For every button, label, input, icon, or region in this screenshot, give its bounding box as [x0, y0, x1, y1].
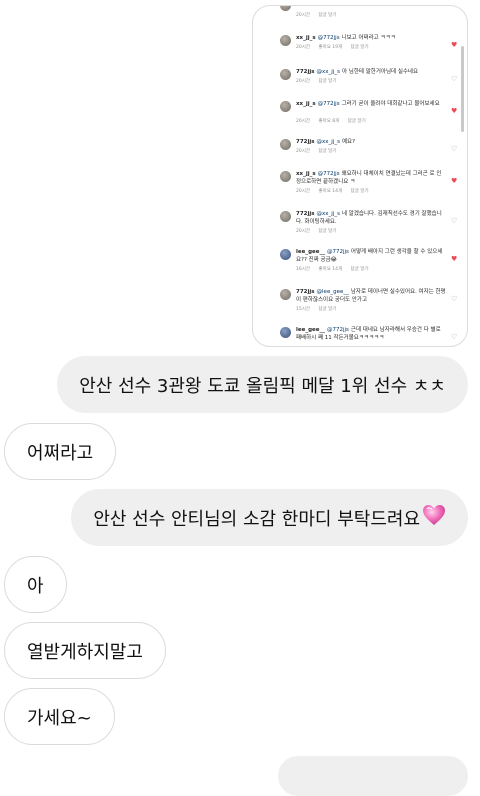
comment-mention[interactable]: @772jjs	[318, 35, 340, 41]
comment-likes[interactable]: 좋아요 14개	[318, 267, 342, 272]
comment-username[interactable]: lee_gee__	[296, 249, 325, 255]
comment-time: 16시간	[296, 267, 311, 272]
heart-icon[interactable]: ♥	[451, 108, 457, 115]
reply-link[interactable]: 답글 달기	[351, 45, 369, 50]
comment-username[interactable]: lee_gee__	[296, 327, 325, 333]
comment-username[interactable]: 772jjs	[296, 289, 315, 295]
message-text: 어쩌라고	[27, 442, 94, 464]
comment-username[interactable]: 772jjs	[296, 139, 315, 145]
comment-username[interactable]: 772jjs	[296, 69, 315, 75]
comment-body: 니보고 어쩌라고 ㅋㅋㅋ	[341, 35, 396, 41]
reply-link[interactable]: 답글 달기	[318, 79, 336, 84]
comment-meta: 15시간 답글 달기	[296, 306, 343, 312]
comment-text: 772jjs @xx_jj_s 예요?	[296, 138, 446, 146]
avatar	[280, 171, 291, 182]
message-text: 안산 선수 안티님의 소감 한마디 부탁드려요	[93, 508, 420, 530]
heart-icon[interactable]: ♥	[451, 178, 457, 185]
comment-mention[interactable]: @772jjs	[318, 171, 340, 177]
comment-text: 772jjs @xx_jj_s 아 님한테 말한거아님데 실수네요	[296, 68, 446, 76]
comment-time: 20시간	[296, 149, 311, 154]
screenshot-scrollbar	[461, 46, 464, 132]
comment-time: 20시간	[296, 13, 311, 18]
comment-username[interactable]: xx_jj_s	[296, 171, 316, 177]
reply-link[interactable]: 답글 달기	[318, 13, 336, 18]
comment-time: 20시간	[296, 229, 311, 234]
comment-time: 20시간	[296, 79, 311, 84]
heart-outline-icon[interactable]: ♡	[451, 334, 457, 341]
comment-meta: 20시간 좋아요 14개 답글 달기	[296, 188, 376, 194]
comment-username[interactable]: xx_jj_s	[296, 101, 316, 107]
comment-text: xx_jj_s @772jjs 니보고 어쩌라고 ㅋㅋㅋ	[296, 34, 446, 42]
reply-link[interactable]: 답글 달기	[351, 189, 369, 194]
comment-time: 20시간	[296, 45, 311, 50]
avatar	[280, 6, 291, 11]
comment-text: 772jjs @lee_gee__ 남자로 데이너면 실수있어요. 여자는 한명이 …	[296, 288, 446, 304]
comment-meta: 20시간 답글 달기	[296, 228, 343, 234]
comment-likes[interactable]: 좋아요 19개	[318, 45, 342, 50]
heart-icon[interactable]: ♥	[451, 256, 457, 263]
message-received[interactable]: 열받게하지말고	[4, 622, 166, 679]
reply-link[interactable]: 답글 달기	[318, 307, 336, 312]
avatar	[280, 101, 291, 112]
comment-username[interactable]: 772jjs	[296, 211, 315, 217]
comment-meta: 20시간 답글 달기	[296, 12, 343, 18]
comment-likes[interactable]: 좋아요 14개	[318, 189, 342, 194]
comment-time: 20시간	[296, 189, 311, 194]
comment-text: xx_jj_s @772jjs 그러기 굳이 올려야 대회같나고 물어보세요	[296, 100, 446, 108]
message-sent[interactable]: 안산 선수 3관왕 도쿄 올림픽 메달 1위 선수 ㅊㅊ	[57, 356, 468, 413]
heart-outline-icon[interactable]: ♡	[451, 296, 457, 303]
avatar	[280, 35, 291, 46]
comment-meta: 20시간 좋아요 8개 답글 달기	[296, 118, 373, 124]
comment-time: 15시간	[296, 307, 311, 312]
heart-outline-icon[interactable]: ♡	[451, 146, 457, 153]
avatar	[280, 327, 291, 338]
comment-body: 그러기 굳이 올려야 대회같나고 물어보세요	[341, 101, 440, 107]
message-text: 안산 선수 3관왕 도쿄 올림픽 메달 1위 선수 ㅊㅊ	[79, 375, 446, 397]
reply-link[interactable]: 답글 달기	[318, 229, 336, 234]
avatar	[280, 249, 291, 260]
reply-link[interactable]: 답글 달기	[351, 267, 369, 272]
reply-link[interactable]: 답글 달기	[318, 149, 336, 154]
avatar	[280, 139, 291, 150]
pink-heart-icon	[422, 504, 446, 531]
message-received[interactable]: 어쩌라고	[4, 423, 117, 480]
comment-time: 20시간	[296, 119, 311, 124]
avatar	[280, 289, 291, 300]
comment-meta: 20시간 답글 달기	[296, 148, 343, 154]
comment-text: lee_gee__ @772jjs 근데 대네요 남자라해서 우승건 다 별로 패배…	[296, 326, 446, 342]
avatar	[280, 69, 291, 80]
message-text: 가세요~	[27, 707, 92, 729]
comment-text: 772jjs @xx_jj_s 네 알겠습니다. 김재칙선수도 경기 잘했습니다. …	[296, 210, 446, 226]
avatar	[280, 211, 291, 222]
comment-mention[interactable]: @xx_jj_s	[317, 139, 340, 145]
heart-icon[interactable]: ♥	[451, 42, 457, 49]
comment-mention[interactable]: @772jjs	[327, 327, 349, 333]
comment-mention[interactable]: @772jjs	[318, 101, 340, 107]
message-received[interactable]: 가세요~	[4, 688, 115, 745]
comment-meta: 20시간 답글 달기	[296, 78, 343, 84]
shared-screenshot[interactable]: 20시간 답글 달기 xx_jj_s @772jjs 니보고 어쩌라고 ㅋㅋㅋ 20…	[252, 5, 468, 347]
heart-outline-icon[interactable]: ♡	[451, 76, 457, 83]
comment-body: 아 님한테 말한거아님데 실수네요	[341, 69, 419, 75]
message-text: 아	[27, 575, 44, 597]
comment-text: xx_jj_s @772jjs 왜요하니 대체이치 연결났는데 그러곤 로 인정으로…	[296, 170, 446, 186]
comment-mention[interactable]: @lee_gee__	[317, 289, 349, 295]
comment-likes[interactable]: 좋아요 8개	[318, 119, 339, 124]
message-sent-partial[interactable]	[278, 756, 468, 796]
message-text: 열받게하지말고	[27, 641, 143, 663]
comment-mention[interactable]: @xx_jj_s	[317, 211, 340, 217]
message-received[interactable]: 아	[4, 556, 67, 613]
message-sent[interactable]: 안산 선수 안티님의 소감 한마디 부탁드려요	[71, 489, 468, 546]
heart-outline-icon[interactable]: ♡	[451, 218, 457, 225]
comment-meta: 16시간 좋아요 14개 답글 달기	[296, 266, 376, 272]
comment-body: 예요?	[341, 139, 356, 145]
comment-text: lee_gee__ @772jjs 어떻게 배아지 그런 생각을 할 수 있으세요?…	[296, 248, 446, 264]
comment-username[interactable]: xx_jj_s	[296, 35, 316, 41]
comment-mention[interactable]: @772jjs	[327, 249, 349, 255]
comment-meta: 20시간 좋아요 19개 답글 달기	[296, 44, 376, 50]
reply-link[interactable]: 답글 달기	[348, 119, 366, 124]
comment-mention[interactable]: @xx_jj_s	[317, 69, 340, 75]
